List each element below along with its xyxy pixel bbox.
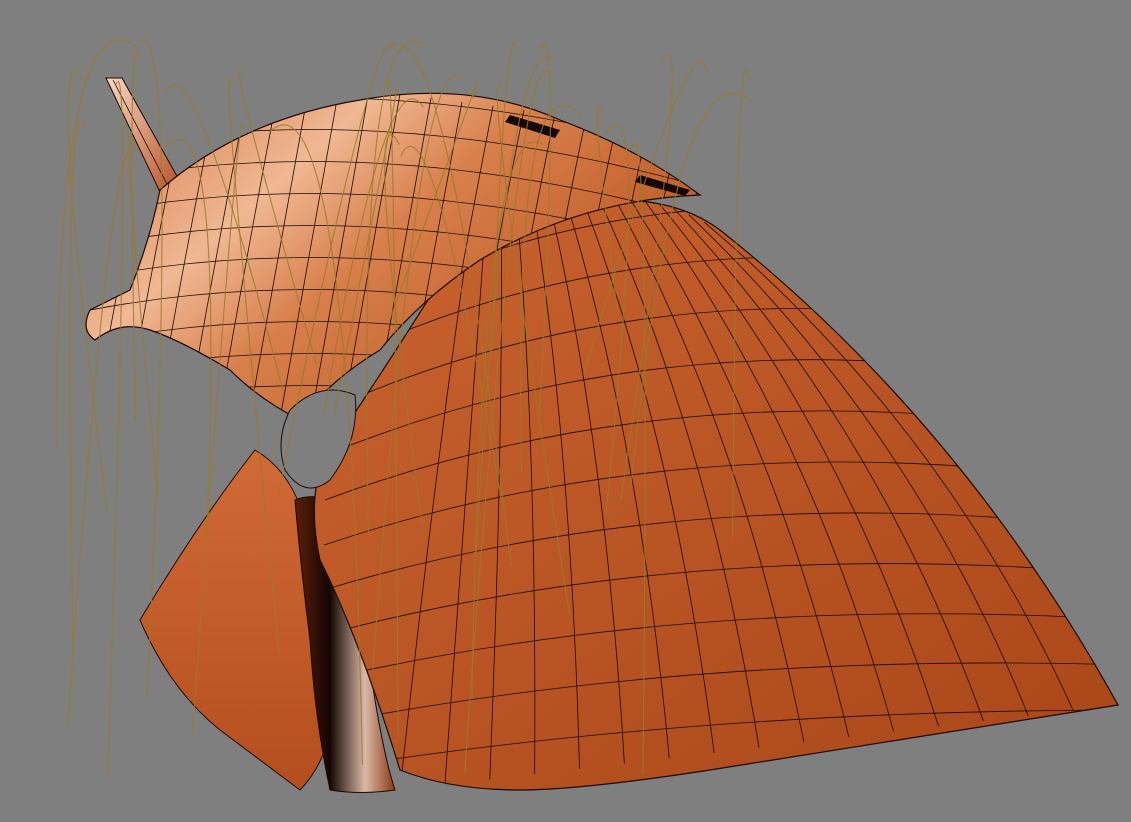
horn-spike bbox=[105, 77, 179, 193]
hair-curve bbox=[67, 71, 108, 512]
3d-viewport[interactable] bbox=[0, 0, 1131, 822]
render-canvas[interactable] bbox=[0, 0, 1131, 822]
hair-curve bbox=[67, 146, 137, 725]
hair-curve bbox=[107, 81, 124, 776]
